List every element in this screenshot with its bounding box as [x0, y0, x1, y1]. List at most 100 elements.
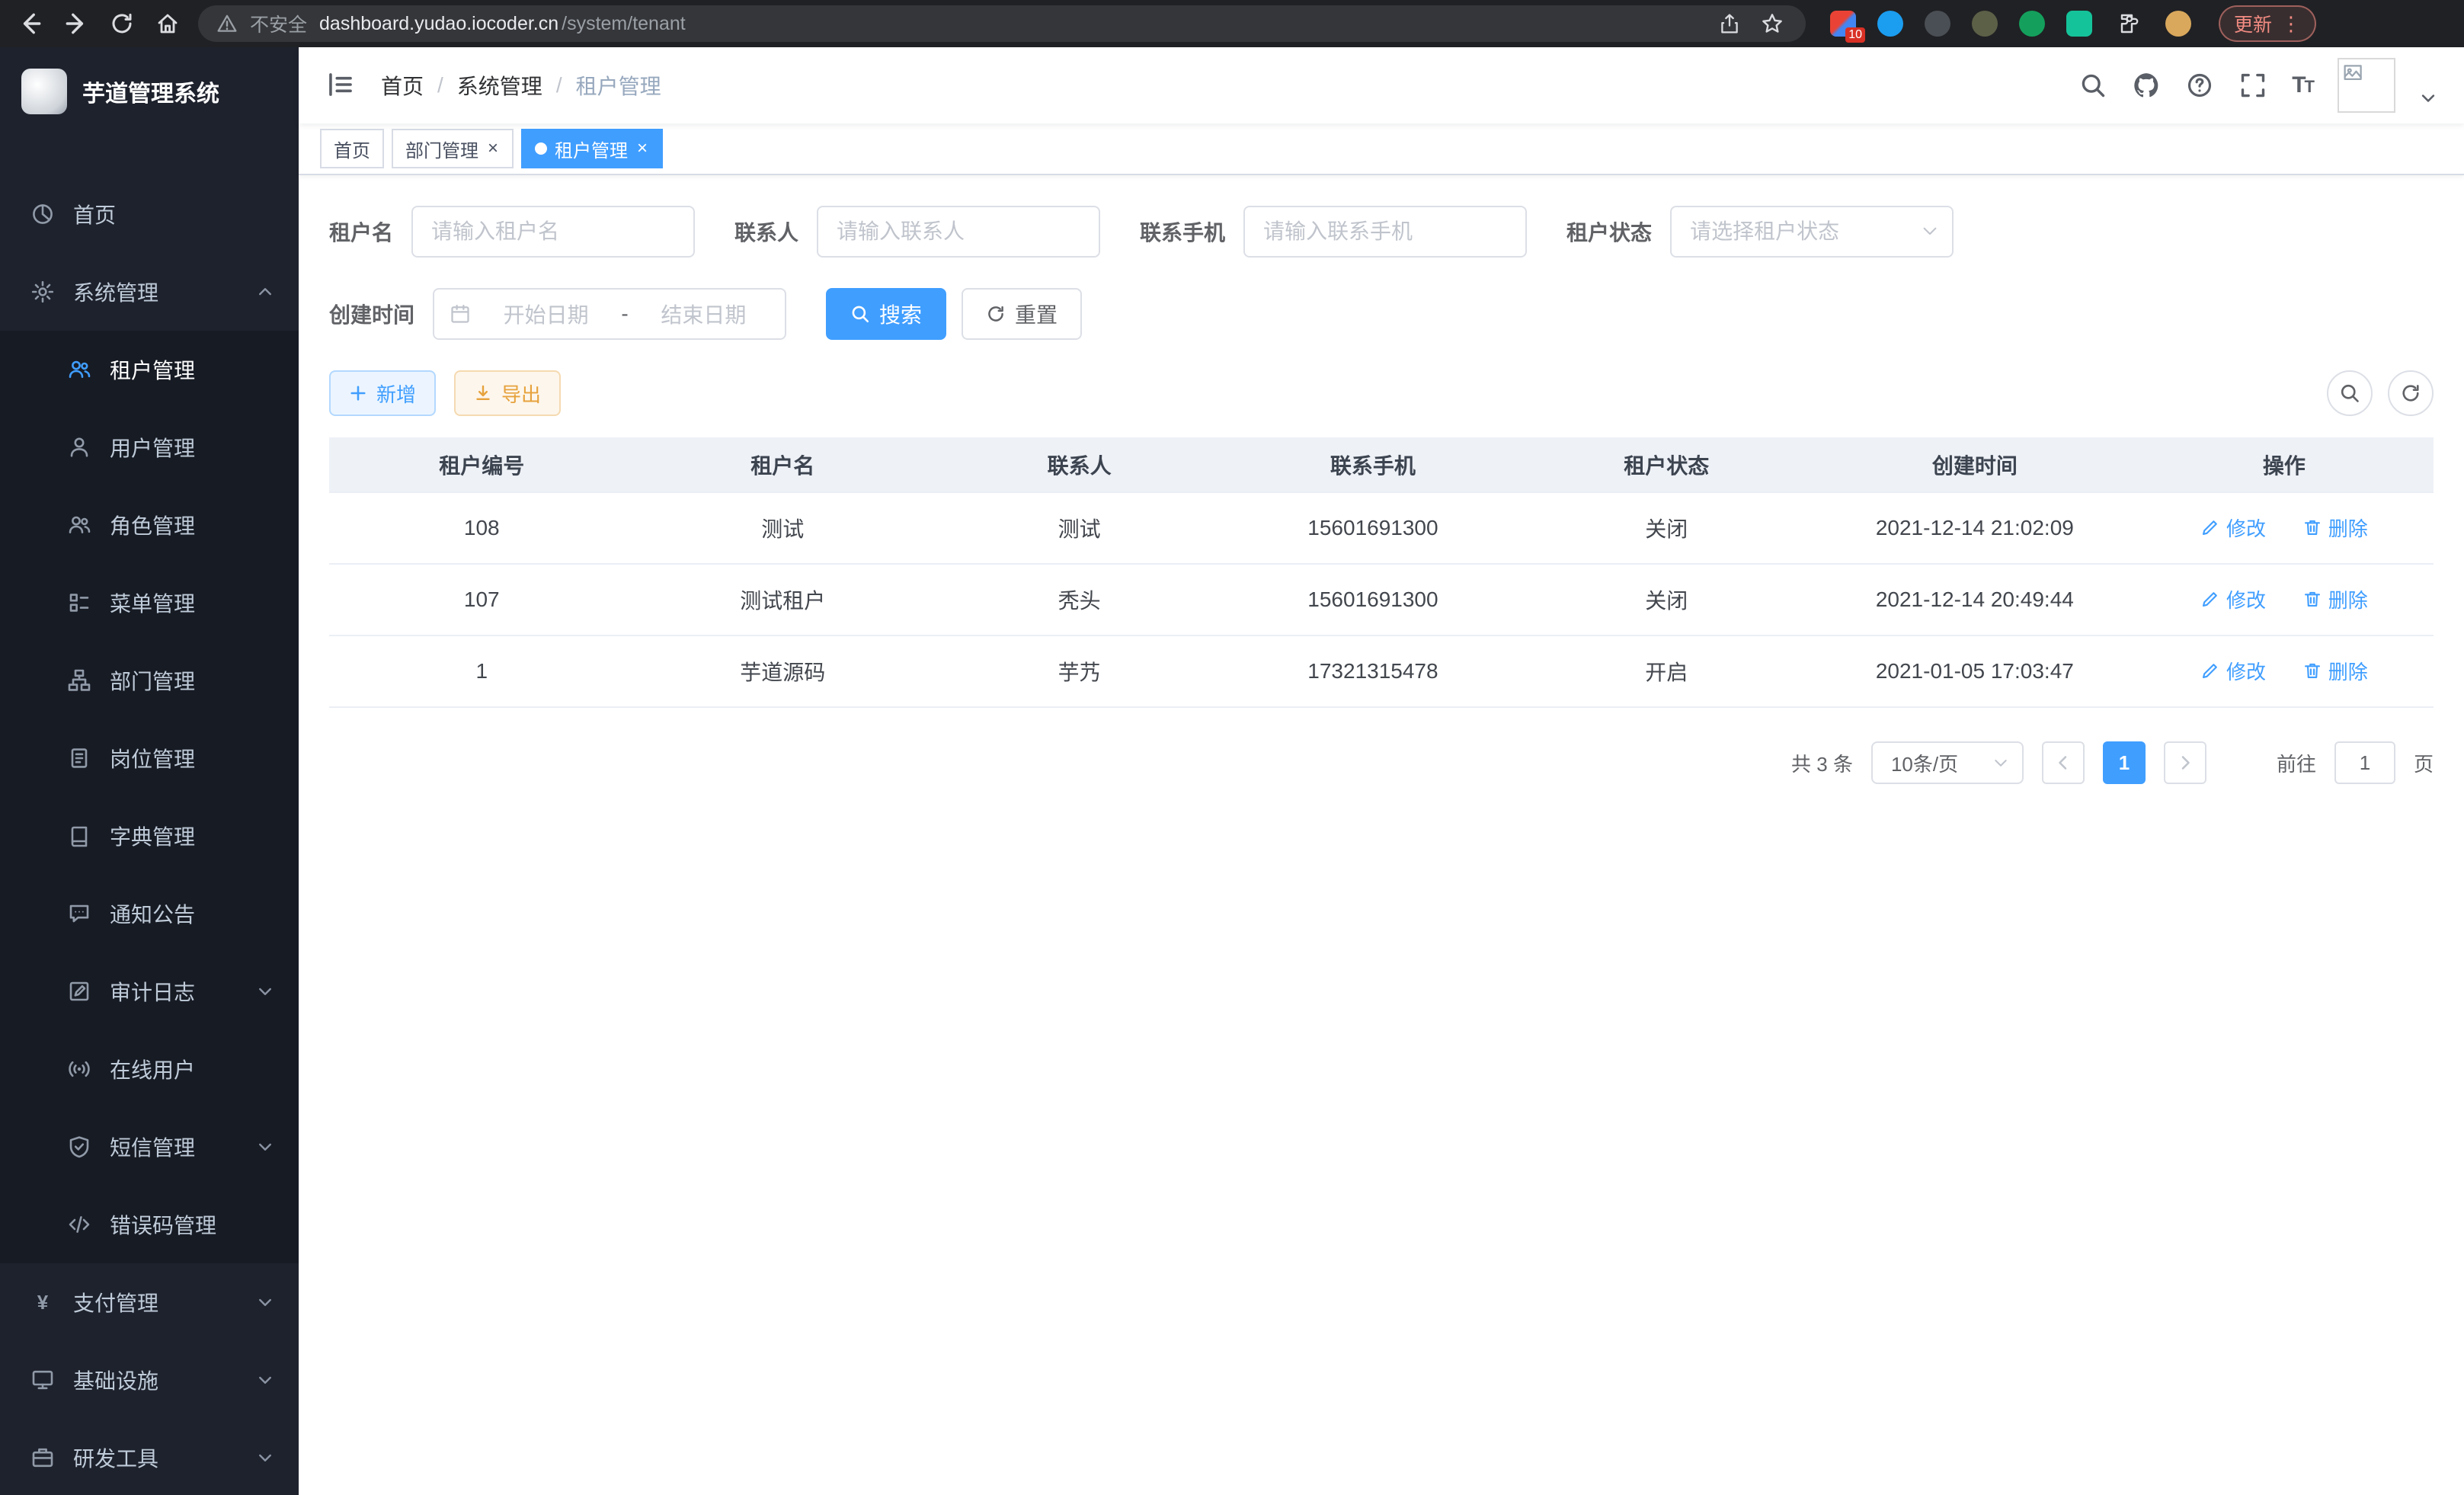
app-header: 首页 / 系统管理 / 租户管理 TT	[299, 47, 2464, 123]
user-avatar[interactable]	[2338, 58, 2395, 113]
close-icon[interactable]: ×	[486, 139, 500, 158]
sidebar-item-menu-management[interactable]: 菜单管理	[0, 564, 299, 642]
sidebar-item-tenant-management[interactable]: 租户管理	[0, 331, 299, 408]
status-select[interactable]	[1670, 206, 1954, 258]
cell-phone: 17321315478	[1227, 635, 1518, 707]
extension-icon-4[interactable]	[1972, 11, 1998, 37]
fullscreen-icon[interactable]	[2238, 71, 2267, 100]
sidebar-item-user-management[interactable]: 用户管理	[0, 408, 299, 486]
goto-page-input[interactable]	[2334, 741, 2395, 784]
sidebar-item-dict-management[interactable]: 字典管理	[0, 797, 299, 875]
profile-avatar-icon[interactable]	[2165, 11, 2191, 37]
cell-created: 2021-12-14 20:49:44	[1815, 564, 2135, 635]
sidebar-item-sms-management[interactable]: 短信管理	[0, 1108, 299, 1186]
sidebar-item-post-management[interactable]: 岗位管理	[0, 719, 299, 797]
sidebar-item-label: 部门管理	[110, 665, 195, 696]
gear-icon	[30, 280, 55, 304]
cell-id: 107	[329, 564, 634, 635]
export-button[interactable]: 导出	[454, 370, 561, 416]
close-icon[interactable]: ×	[635, 139, 649, 158]
search-button[interactable]: 搜索	[826, 288, 946, 340]
security-warning-icon[interactable]	[216, 13, 238, 34]
sidebar-item-payment[interactable]: ¥ 支付管理	[0, 1263, 299, 1341]
tab-dept-management[interactable]: 部门管理×	[392, 129, 514, 168]
sidebar-item-dept-management[interactable]: 部门管理	[0, 642, 299, 719]
user-icon	[67, 435, 91, 459]
search-icon[interactable]	[2078, 71, 2107, 100]
cell-contact: 芋艿	[931, 635, 1227, 707]
col-header-id: 租户编号	[329, 437, 634, 492]
header-actions: TT	[2078, 58, 2437, 113]
forward-icon[interactable]	[61, 8, 91, 39]
sidebar-fold-icon[interactable]	[326, 70, 357, 101]
user-caret-down-icon[interactable]	[2420, 90, 2437, 107]
font-size-icon[interactable]: TT	[2292, 72, 2313, 98]
bookmark-star-icon[interactable]	[1757, 8, 1787, 39]
delete-button[interactable]: 删除	[2302, 585, 2368, 613]
browser-menu-icon[interactable]: ⋮	[2281, 12, 2301, 36]
logo-image	[21, 69, 67, 114]
cell-name: 测试	[634, 492, 930, 564]
add-button[interactable]: 新增	[329, 370, 436, 416]
delete-button[interactable]: 删除	[2302, 657, 2368, 685]
sidebar-item-audit-log[interactable]: 审计日志	[0, 952, 299, 1030]
refresh-button[interactable]	[2388, 370, 2434, 416]
extension-icon-6[interactable]	[2066, 11, 2092, 37]
edit-button[interactable]: 修改	[2200, 514, 2266, 542]
reset-button[interactable]: 重置	[962, 288, 1082, 340]
edit-button[interactable]: 修改	[2200, 657, 2266, 685]
help-icon[interactable]	[2185, 71, 2214, 100]
chevron-down-icon	[256, 982, 274, 1000]
sidebar-item-infrastructure[interactable]: 基础设施	[0, 1341, 299, 1419]
sidebar-item-label: 审计日志	[110, 976, 195, 1007]
date-start-placeholder: 开始日期	[480, 299, 612, 329]
address-bar[interactable]: 不安全 dashboard.yudao.iocoder.cn/system/te…	[198, 5, 1806, 42]
edit-button[interactable]: 修改	[2200, 585, 2266, 613]
next-page-button[interactable]	[2164, 741, 2206, 784]
delete-button[interactable]: 删除	[2302, 514, 2368, 542]
cell-id: 108	[329, 492, 634, 564]
breadcrumb-home[interactable]: 首页	[381, 70, 424, 101]
cell-name: 测试租户	[634, 564, 930, 635]
sidebar-item-role-management[interactable]: 角色管理	[0, 486, 299, 564]
share-icon[interactable]	[1714, 8, 1745, 39]
tab-label: 租户管理	[555, 136, 628, 162]
tab-home[interactable]: 首页	[320, 129, 384, 168]
sidebar-item-dev-tools[interactable]: 研发工具	[0, 1419, 299, 1495]
breadcrumb-system[interactable]: 系统管理	[457, 70, 542, 101]
page-size-select[interactable]	[1871, 741, 2024, 784]
reload-icon[interactable]	[107, 8, 137, 39]
contact-input[interactable]	[817, 206, 1100, 258]
update-button[interactable]: 更新 ⋮	[2219, 5, 2316, 42]
home-icon[interactable]	[152, 8, 183, 39]
extension-icon-1[interactable]: 10	[1830, 11, 1856, 37]
sidebar-item-online-users[interactable]: 在线用户	[0, 1030, 299, 1108]
github-icon[interactable]	[2132, 71, 2161, 100]
prev-page-button[interactable]	[2042, 741, 2085, 784]
breadcrumb-separator: /	[437, 73, 443, 98]
sidebar-item-label: 支付管理	[73, 1287, 158, 1317]
extensions-puzzle-icon[interactable]	[2114, 8, 2144, 39]
sidebar-item-notice[interactable]: 通知公告	[0, 875, 299, 952]
tab-tenant-management[interactable]: 租户管理 ×	[521, 129, 663, 168]
phone-input[interactable]	[1243, 206, 1527, 258]
tenant-name-input[interactable]	[411, 206, 695, 258]
back-icon[interactable]	[15, 8, 46, 39]
extension-icon-5[interactable]	[2019, 11, 2045, 37]
app-logo[interactable]: 芋道管理系统	[0, 47, 299, 136]
sidebar-item-errorcode-management[interactable]: 错误码管理	[0, 1186, 299, 1263]
dashboard-icon	[30, 202, 55, 226]
extension-icon-2[interactable]	[1877, 11, 1903, 37]
col-header-phone: 联系手机	[1227, 437, 1518, 492]
cell-created: 2021-12-14 21:02:09	[1815, 492, 2135, 564]
calendar-icon	[450, 303, 471, 325]
extension-icon-3[interactable]	[1925, 11, 1950, 37]
status-select-input[interactable]	[1670, 206, 1954, 258]
current-page-button[interactable]: 1	[2103, 741, 2146, 784]
sidebar-item-system-management[interactable]: 系统管理	[0, 253, 299, 331]
total-count: 共 3 条	[1791, 749, 1853, 777]
toggle-search-button[interactable]	[2327, 370, 2373, 416]
sidebar-item-label: 在线用户	[110, 1054, 195, 1084]
date-range-picker[interactable]: 开始日期 - 结束日期	[433, 288, 786, 340]
sidebar-item-home[interactable]: 首页	[0, 175, 299, 253]
